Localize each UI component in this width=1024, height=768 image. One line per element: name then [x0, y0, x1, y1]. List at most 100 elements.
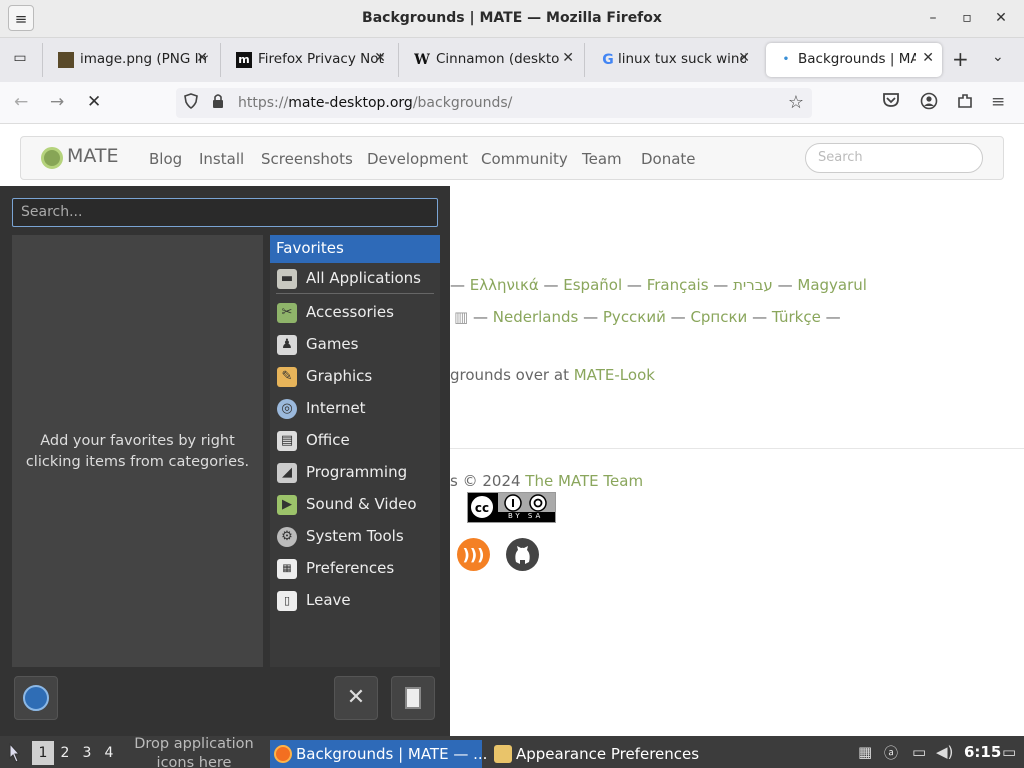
tab-list-icon[interactable]: ▭ — [8, 50, 32, 72]
nav-link-blog[interactable]: Blog — [149, 150, 182, 168]
dash: — — [752, 308, 768, 326]
tools-icon: ✕ — [346, 685, 366, 710]
battery-icon[interactable]: ▭ — [912, 743, 926, 761]
category-accessories[interactable]: ✂ Accessories — [270, 299, 440, 327]
keyboard-indicator-icon[interactable]: ⓐ — [884, 743, 898, 763]
url-path: /backgrounds/ — [412, 95, 513, 111]
category-label: Preferences — [306, 559, 395, 577]
close-window-button[interactable]: ✕ — [988, 5, 1014, 31]
tab-backgrounds-mate[interactable]: • Backgrounds | MA ✕ — [766, 43, 942, 77]
extensions-icon[interactable] — [956, 92, 974, 115]
clock[interactable]: 6:15 — [964, 743, 1001, 761]
dash: — — [626, 276, 642, 294]
bookmark-star-icon[interactable]: ☆ — [788, 92, 804, 113]
workspace-4[interactable]: 4 — [98, 741, 120, 765]
lang-link-hungarian[interactable]: Magyarul — [797, 276, 867, 294]
category-leave[interactable]: ▯ Leave — [270, 587, 440, 615]
volume-icon[interactable]: ◀) — [936, 743, 953, 761]
new-tab-button[interactable]: + — [952, 47, 969, 71]
tab-close-icon[interactable]: ✕ — [922, 50, 934, 66]
task-firefox[interactable]: Backgrounds | MATE — ... — [270, 740, 487, 768]
medium-favicon-icon: m — [236, 52, 252, 68]
mate-logo-button[interactable] — [14, 676, 58, 720]
lang-link-dutch[interactable]: Nederlands — [493, 308, 579, 326]
tab-separator — [398, 43, 399, 77]
github-icon[interactable] — [506, 538, 539, 571]
list-all-tabs-icon[interactable]: ⌄ — [992, 49, 1004, 65]
url-text[interactable]: https://mate-desktop.org/backgrounds/ — [238, 95, 512, 111]
workspace-2[interactable]: 2 — [54, 741, 76, 765]
tab-close-icon[interactable]: ✕ — [562, 50, 574, 66]
lang-link-hebrew[interactable]: עברית — [733, 276, 773, 294]
nav-link-screenshots[interactable]: Screenshots — [261, 150, 353, 168]
lang-link-spanish[interactable]: Español — [563, 276, 622, 294]
pocket-icon[interactable] — [882, 92, 900, 113]
workspace-1[interactable]: 1 — [32, 741, 54, 765]
tab-separator — [220, 43, 221, 77]
url-bar[interactable]: https://mate-desktop.org/backgrounds/ ☆ — [176, 88, 812, 118]
graphics-icon: ✎ — [277, 367, 297, 387]
category-programming[interactable]: ◢ Programming — [270, 459, 440, 487]
forward-icon[interactable]: → — [50, 92, 64, 112]
network-icon[interactable]: ▦ — [858, 743, 872, 761]
back-icon[interactable]: ← — [14, 92, 28, 112]
image-favicon-icon — [58, 52, 74, 68]
tab-close-icon[interactable]: ✕ — [196, 50, 208, 66]
workspace-3[interactable]: 3 — [76, 741, 98, 765]
nav-link-team[interactable]: Team — [582, 150, 622, 168]
site-brand[interactable]: MATE — [67, 145, 119, 167]
minimize-button[interactable]: – — [920, 5, 946, 31]
lang-link-serbian[interactable]: Српски — [690, 308, 747, 326]
tracking-protection-icon[interactable] — [184, 93, 198, 113]
category-internet[interactable]: ◎ Internet — [270, 395, 440, 423]
category-games[interactable]: ♟ Games — [270, 331, 440, 359]
maximize-button[interactable]: ▫ — [954, 5, 980, 31]
mate-logo-icon[interactable] — [41, 147, 63, 169]
category-sound-video[interactable]: ▶ Sound & Video — [270, 491, 440, 519]
tab-image-png[interactable]: image.png (PNG Im ✕ — [46, 43, 216, 77]
app-menu-icon[interactable]: ≡ — [991, 92, 1005, 112]
lang-link-russian[interactable]: Русский — [603, 308, 666, 326]
tab-close-icon[interactable]: ✕ — [738, 50, 750, 66]
category-favorites[interactable]: Favorites — [270, 235, 440, 263]
leave-button[interactable] — [391, 676, 435, 720]
notification-icon[interactable]: ▭ — [1002, 743, 1016, 761]
task-appearance-preferences[interactable]: Appearance Preferences — [490, 740, 700, 768]
nav-link-community[interactable]: Community — [481, 150, 568, 168]
mate-look-link[interactable]: MATE-Look — [574, 366, 655, 384]
mate-team-link[interactable]: The MATE Team — [525, 472, 643, 490]
stop-icon[interactable]: ✕ — [87, 92, 101, 112]
mate-logo-icon — [23, 685, 49, 711]
lock-icon[interactable] — [212, 93, 224, 113]
creative-commons-badge-icon[interactable]: cc BY SA — [467, 492, 556, 523]
lang-link-greek[interactable]: Ελληνικά — [470, 276, 539, 294]
account-icon[interactable] — [920, 92, 938, 115]
favorites-hint: Add your favorites by right clicking ite… — [25, 433, 250, 470]
nav-link-donate[interactable]: Donate — [641, 150, 696, 168]
tab-cinnamon[interactable]: W Cinnamon (deskto ✕ — [402, 43, 582, 77]
tab-separator — [42, 43, 43, 77]
control-center-button[interactable]: ✕ — [334, 676, 378, 720]
nav-link-install[interactable]: Install — [199, 150, 244, 168]
tab-close-icon[interactable]: ✕ — [374, 50, 386, 66]
tab-firefox-privacy[interactable]: m Firefox Privacy Not ✕ — [224, 43, 394, 77]
tab-label: Firefox Privacy Not — [258, 51, 384, 67]
category-system-tools[interactable]: ⚙ System Tools — [270, 523, 440, 551]
lang-link-french[interactable]: Français — [647, 276, 709, 294]
lang-link-turkish[interactable]: Türkçe — [772, 308, 821, 326]
dash: — — [777, 276, 793, 294]
menu-search-input[interactable]: Search... — [12, 198, 438, 227]
rss-feed-icon[interactable]: ))) — [457, 538, 490, 571]
dash: — — [670, 308, 686, 326]
category-all-applications[interactable]: ▬ All Applications — [270, 265, 440, 293]
language-links-row-1: — Ελληνικά — Español — Français — עברית … — [450, 276, 867, 294]
task-label: Backgrounds | MATE — ... — [296, 745, 488, 763]
dash: — — [713, 276, 729, 294]
category-preferences[interactable]: ▦ Preferences — [270, 555, 440, 583]
category-graphics[interactable]: ✎ Graphics — [270, 363, 440, 391]
nav-link-development[interactable]: Development — [367, 150, 468, 168]
site-search-input[interactable]: Search — [805, 143, 983, 173]
tab-google-search[interactable]: G linux tux suck wind ✕ — [588, 43, 758, 77]
category-office[interactable]: ▤ Office — [270, 427, 440, 455]
menu-launcher-icon[interactable] — [4, 742, 24, 763]
